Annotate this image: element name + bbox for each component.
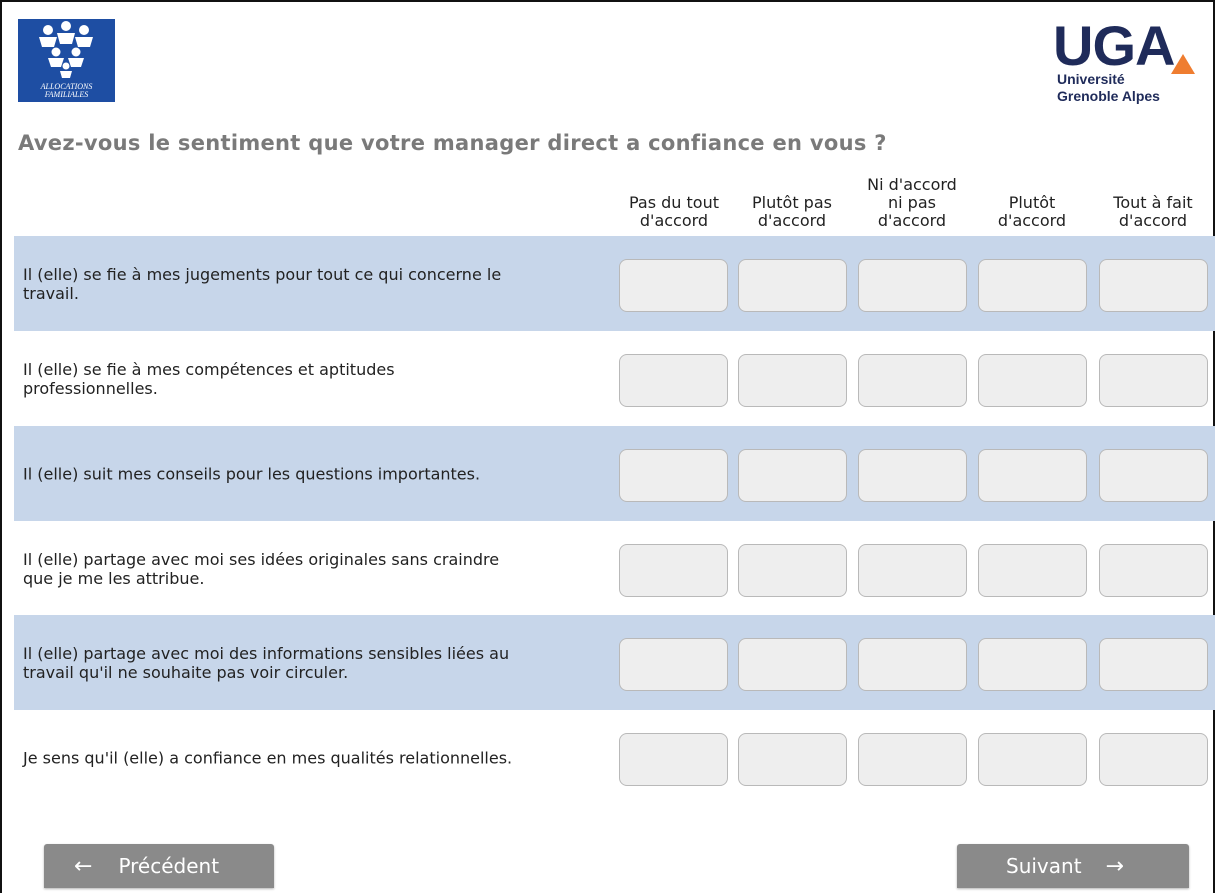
- survey-row: Il (elle) suit mes conseils pour les que…: [14, 426, 1215, 521]
- response-option-neutre[interactable]: [858, 449, 967, 502]
- next-button[interactable]: Suivant →: [957, 844, 1189, 888]
- caf-logo-text-line2: FAMILIALES: [44, 90, 89, 99]
- response-option-plutot-pas[interactable]: [738, 354, 847, 407]
- response-option-tout-a-fait[interactable]: [1099, 544, 1208, 597]
- response-option-plutot[interactable]: [978, 449, 1087, 502]
- response-option-neutre[interactable]: [858, 259, 967, 312]
- column-header: Plutôt d'accord: [973, 166, 1091, 230]
- row-statement: Il (elle) partage avec moi ses idées ori…: [23, 549, 500, 588]
- caf-logo: ALLOCATIONS FAMILIALES: [18, 19, 115, 102]
- column-header: Ni d'accord ni pas d'accord: [853, 166, 971, 230]
- row-statement: Il (elle) suit mes conseils pour les que…: [23, 464, 481, 483]
- response-option-plutot[interactable]: [978, 544, 1087, 597]
- column-header-label: Ni d'accord ni pas d'accord: [867, 175, 957, 230]
- row-statement: Il (elle) partage avec moi des informati…: [23, 643, 510, 682]
- response-option-plutot[interactable]: [978, 733, 1087, 786]
- response-option-neutre[interactable]: [858, 354, 967, 407]
- response-option-neutre[interactable]: [858, 733, 967, 786]
- arrow-right-icon: →: [1105, 853, 1124, 879]
- column-header: Pas du tout d'accord: [615, 166, 733, 230]
- next-button-label: Suivant: [1006, 854, 1082, 878]
- uga-triangle-icon: [1171, 54, 1195, 74]
- survey-row: Il (elle) se fie à mes compétences et ap…: [14, 331, 1215, 426]
- uga-logo-subtitle-1: Université: [1057, 71, 1125, 87]
- response-option-plutot[interactable]: [978, 354, 1087, 407]
- response-option-pas-du-tout[interactable]: [619, 544, 728, 597]
- response-option-tout-a-fait[interactable]: [1099, 638, 1208, 691]
- survey-row: Je sens qu'il (elle) a confiance en mes …: [14, 710, 1215, 805]
- response-option-plutot-pas[interactable]: [738, 259, 847, 312]
- response-option-plutot-pas[interactable]: [738, 544, 847, 597]
- response-option-pas-du-tout[interactable]: [619, 638, 728, 691]
- row-statement: Il (elle) se fie à mes jugements pour to…: [23, 264, 502, 303]
- column-header: Tout à fait d'accord: [1094, 166, 1212, 230]
- response-option-plutot-pas[interactable]: [738, 733, 847, 786]
- uga-logo-subtitle-2: Grenoble Alpes: [1057, 88, 1160, 104]
- column-header-label: Plutôt d'accord: [997, 193, 1067, 230]
- families-emblem-icon: [39, 21, 93, 78]
- response-option-plutot-pas[interactable]: [738, 449, 847, 502]
- response-option-pas-du-tout[interactable]: [619, 354, 728, 407]
- response-option-tout-a-fait[interactable]: [1099, 733, 1208, 786]
- column-header-label: Pas du tout d'accord: [628, 193, 719, 230]
- response-option-tout-a-fait[interactable]: [1099, 259, 1208, 312]
- response-option-pas-du-tout[interactable]: [619, 733, 728, 786]
- previous-button-label: Précédent: [118, 854, 220, 878]
- row-statement: Je sens qu'il (elle) a confiance en mes …: [23, 748, 513, 767]
- arrow-left-icon: ←: [74, 853, 93, 879]
- response-option-tout-a-fait[interactable]: [1099, 354, 1208, 407]
- response-option-plutot-pas[interactable]: [738, 638, 847, 691]
- response-option-tout-a-fait[interactable]: [1099, 449, 1208, 502]
- question-title: Avez-vous le sentiment que votre manager…: [18, 131, 887, 155]
- survey-row: Il (elle) partage avec moi des informati…: [14, 615, 1215, 710]
- response-option-pas-du-tout[interactable]: [619, 259, 728, 312]
- uga-logo-word: UGA: [1053, 14, 1175, 77]
- uga-logo: UGA Université Grenoble Alpes: [1050, 16, 1200, 108]
- survey-row: Il (elle) se fie à mes jugements pour to…: [14, 236, 1215, 331]
- column-header-label: Plutôt pas d'accord: [752, 193, 832, 230]
- response-option-pas-du-tout[interactable]: [619, 449, 728, 502]
- column-header: Plutôt pas d'accord: [733, 166, 851, 230]
- row-statement: Il (elle) se fie à mes compétences et ap…: [23, 359, 395, 398]
- column-header-label: Tout à fait d'accord: [1113, 193, 1193, 230]
- survey-row: Il (elle) partage avec moi ses idées ori…: [14, 521, 1215, 616]
- response-option-plutot[interactable]: [978, 638, 1087, 691]
- response-option-neutre[interactable]: [858, 544, 967, 597]
- previous-button[interactable]: ← Précédent: [44, 844, 274, 888]
- response-option-plutot[interactable]: [978, 259, 1087, 312]
- response-option-neutre[interactable]: [858, 638, 967, 691]
